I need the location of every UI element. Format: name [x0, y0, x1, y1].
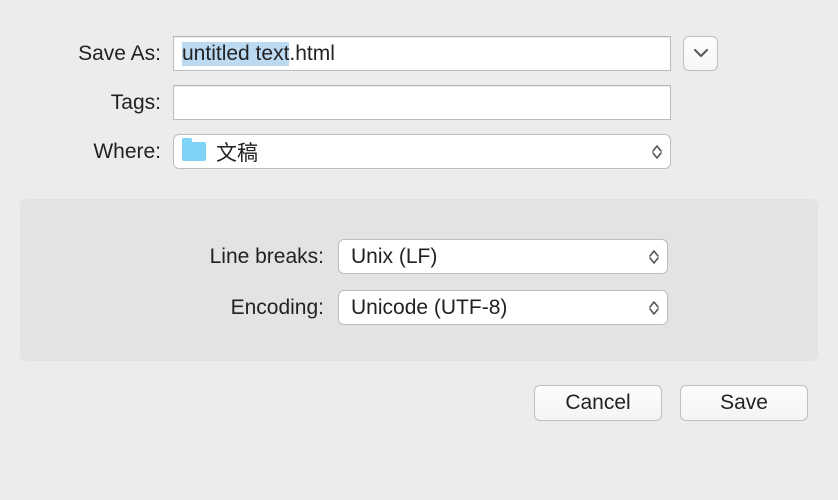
filename-base-selected: untitled text [182, 42, 289, 66]
options-panel: Line breaks: Unix (LF) Encoding: Unicode… [20, 199, 818, 361]
line-breaks-row: Line breaks: Unix (LF) [48, 239, 790, 274]
where-value: 文稿 [216, 137, 642, 167]
updown-stepper-icon [649, 301, 659, 315]
save-as-input[interactable]: untitled text.html [173, 36, 671, 71]
save-button[interactable]: Save [680, 385, 808, 421]
encoding-value: Unicode (UTF-8) [351, 296, 507, 320]
encoding-row: Encoding: Unicode (UTF-8) [48, 290, 790, 325]
updown-stepper-icon [652, 145, 662, 159]
line-breaks-label: Line breaks: [48, 245, 338, 269]
filename-extension: .html [289, 42, 335, 66]
tags-row: Tags: [28, 85, 810, 120]
save-as-row: Save As: untitled text.html [28, 36, 810, 71]
tags-input[interactable] [173, 85, 671, 120]
folder-icon [182, 142, 206, 161]
encoding-select[interactable]: Unicode (UTF-8) [338, 290, 668, 325]
cancel-button[interactable]: Cancel [534, 385, 662, 421]
line-breaks-select[interactable]: Unix (LF) [338, 239, 668, 274]
chevron-down-icon [694, 49, 708, 58]
tags-label: Tags: [28, 91, 173, 115]
dialog-footer: Cancel Save [0, 361, 838, 421]
save-as-label: Save As: [28, 42, 173, 66]
where-select[interactable]: 文稿 [173, 134, 671, 169]
line-breaks-value: Unix (LF) [351, 245, 437, 269]
where-row: Where: 文稿 [28, 134, 810, 169]
save-panel-top: Save As: untitled text.html Tags: Where:… [0, 0, 838, 179]
where-label: Where: [28, 140, 173, 164]
expand-save-panel-button[interactable] [683, 36, 718, 71]
encoding-label: Encoding: [48, 296, 338, 320]
updown-stepper-icon [649, 250, 659, 264]
